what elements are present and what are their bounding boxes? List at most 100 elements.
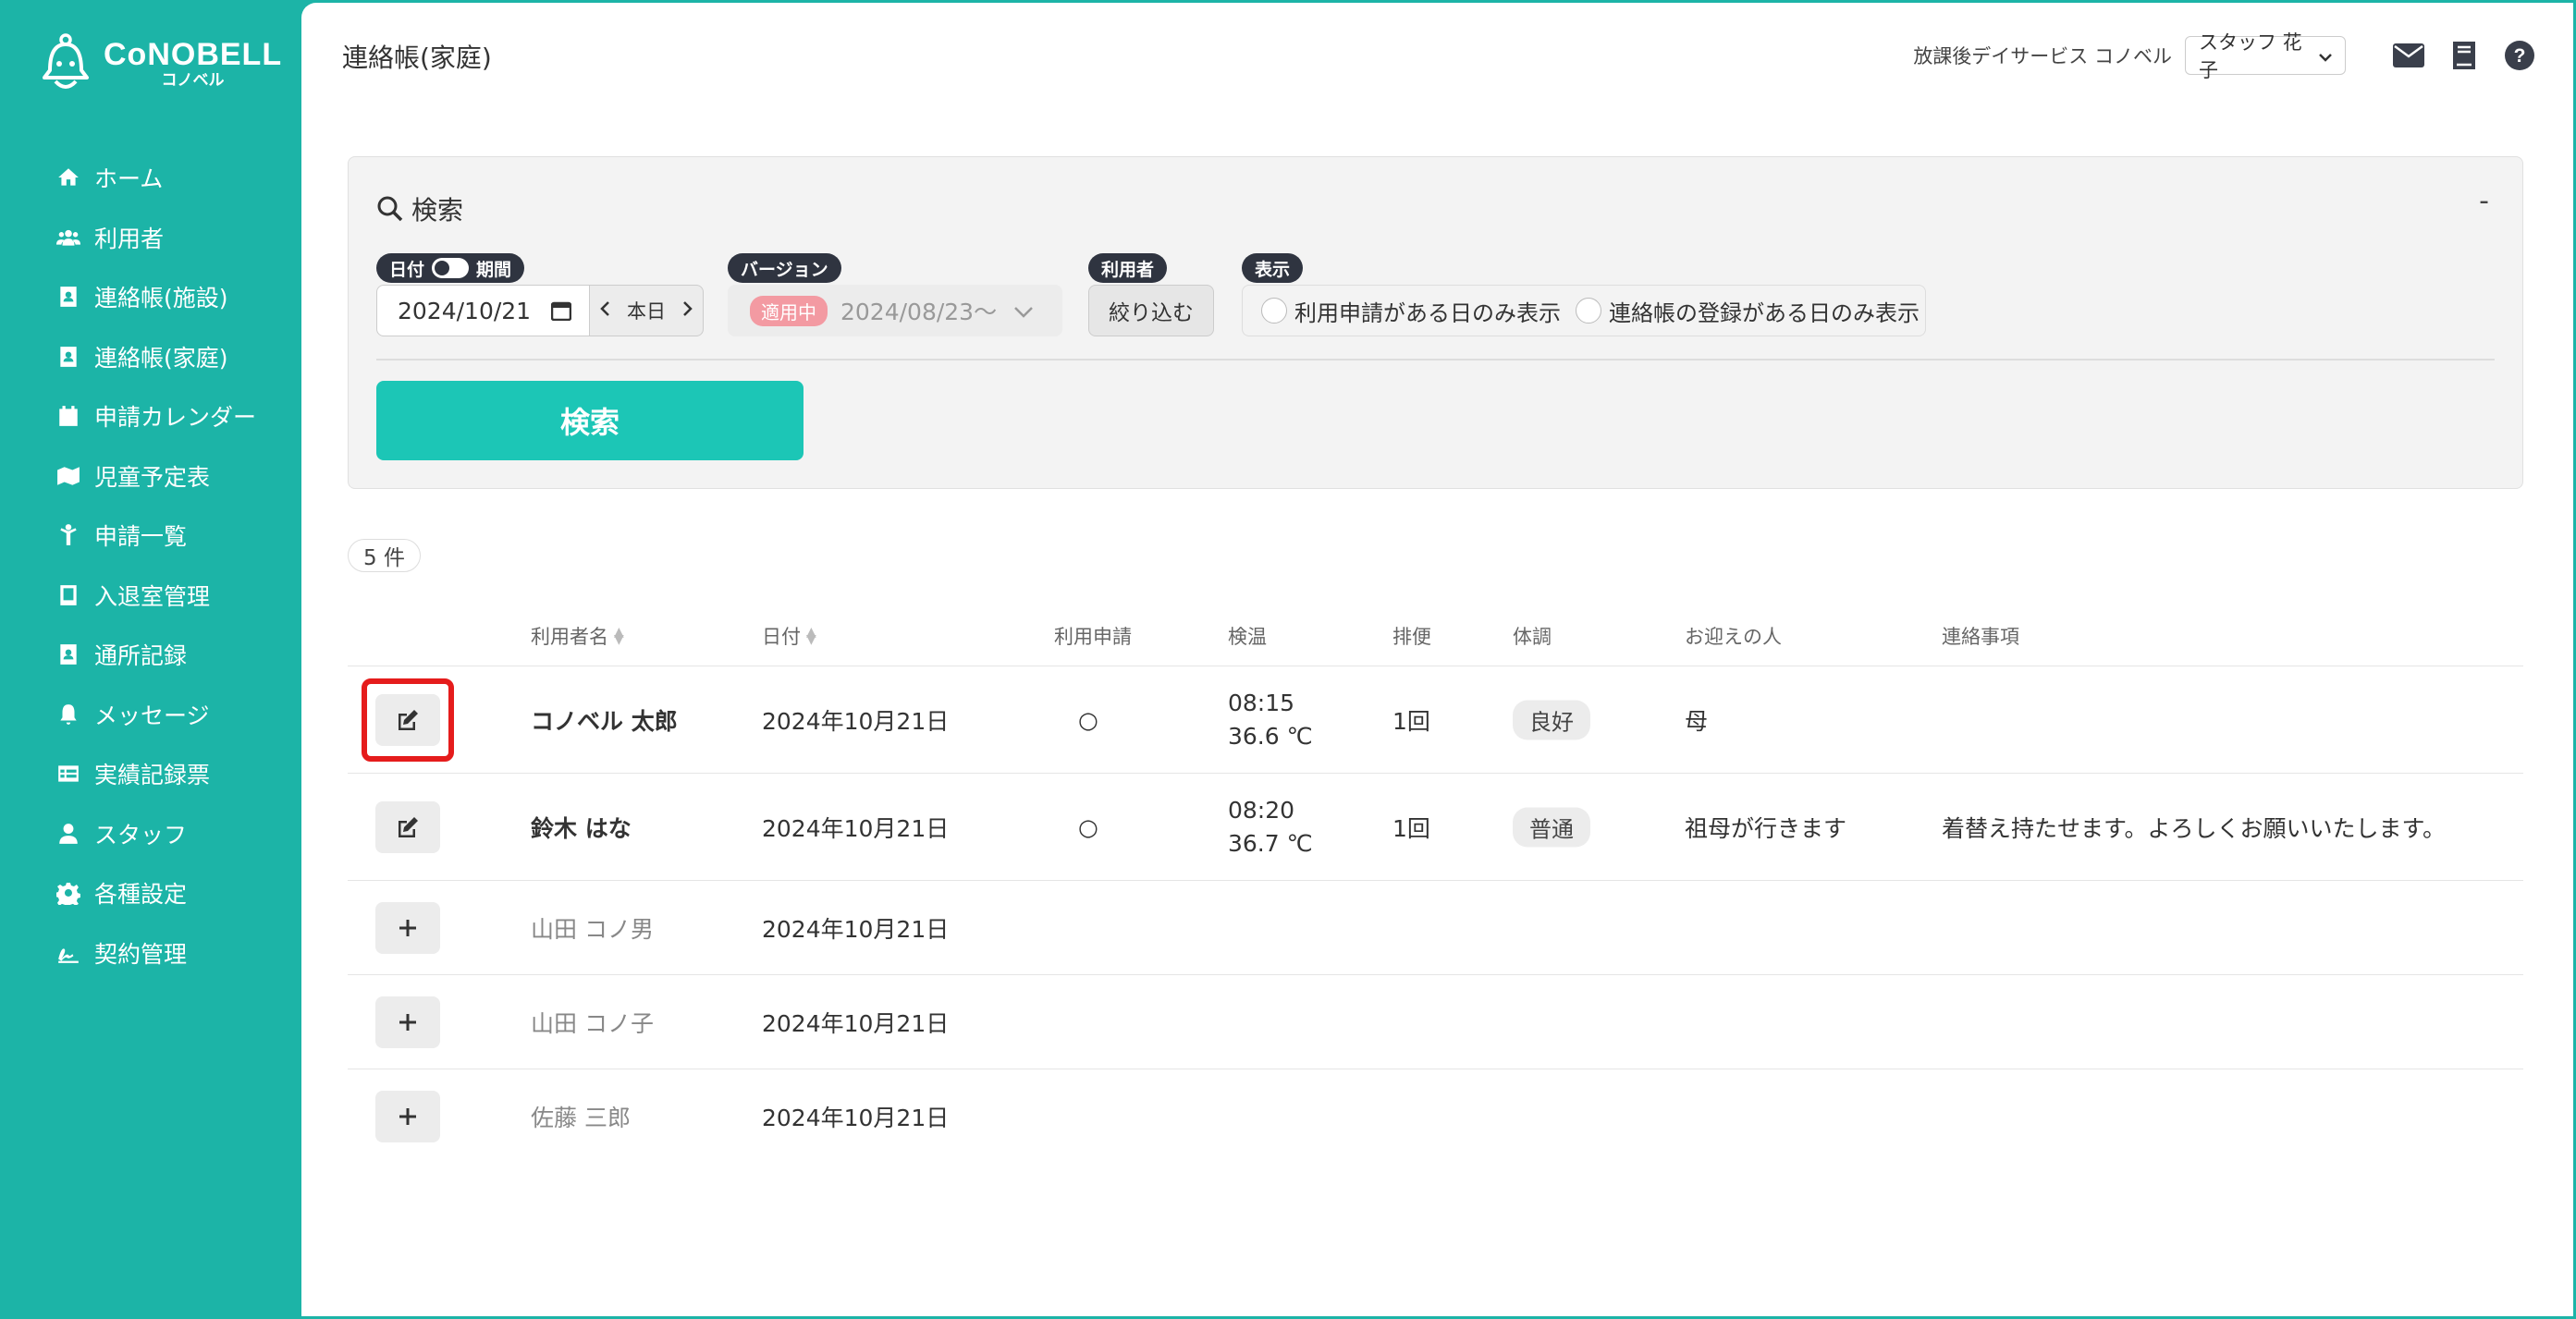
sidebar-item-label: 連絡帳(施設) <box>94 285 228 312</box>
chevron-right-icon[interactable] <box>682 299 693 322</box>
add-button[interactable] <box>375 901 440 954</box>
facility-name: 放課後デイサービス コノベル <box>1913 45 2172 67</box>
map-icon <box>55 463 81 489</box>
row-pickup: 祖母が行きます <box>1685 814 1847 842</box>
sidebar-item-label: 申請一覧 <box>94 523 188 551</box>
sidebar-item-calendar[interactable]: 申請カレンダー <box>0 386 301 446</box>
gear-icon <box>55 880 81 906</box>
header-date[interactable]: 日付 ▲ ▼ <box>762 622 816 650</box>
sidebar-item-label: 利用者 <box>94 225 165 252</box>
sidebar-item-performance[interactable]: 実績記録票 <box>0 744 301 804</box>
help-icon[interactable]: ? <box>2503 39 2536 72</box>
row-name[interactable]: コノベル 太郎 <box>531 703 678 737</box>
date-input-value: 2024/10/21 <box>398 297 532 324</box>
date-mode-tag[interactable]: 日付 期間 <box>376 253 525 283</box>
header-name-label: 利用者名 <box>531 626 608 648</box>
sidebar-item-label: 児童予定表 <box>94 463 211 491</box>
sidebar-item-contact-facility[interactable]: 連絡帳(施設) <box>0 267 301 327</box>
chevron-down-icon <box>2319 44 2332 67</box>
signature-icon <box>55 940 81 966</box>
book-icon[interactable] <box>2447 39 2481 72</box>
row-date: 2024年10月21日 <box>762 1105 950 1131</box>
version-value: 2024/08/23〜 <box>840 299 998 325</box>
sidebar-item-staff[interactable]: スタッフ <box>0 804 301 864</box>
sort-icon[interactable]: ▲ ▼ <box>614 626 624 646</box>
add-button[interactable] <box>375 1091 440 1142</box>
table-icon <box>55 761 81 787</box>
row-name: 山田 コノ男 <box>531 915 654 943</box>
result-count: 5 件 <box>348 539 421 572</box>
header-bowel: 排便 <box>1392 626 1431 648</box>
date-tag-label: 日付 <box>389 259 425 280</box>
header-condition: 体調 <box>1513 626 1552 648</box>
sidebar-item-contact-home[interactable]: 連絡帳(家庭) <box>0 327 301 387</box>
sidebar-item-settings[interactable]: 各種設定 <box>0 863 301 923</box>
sidebar-item-home[interactable]: ホーム <box>0 148 301 208</box>
sidebar-item-label: スタッフ <box>94 821 188 849</box>
sidebar-item-attendance[interactable]: 入退室管理 <box>0 566 301 626</box>
sidebar-item-label: ホーム <box>94 165 164 193</box>
table-row: 山田 コノ子 2024年10月21日 <box>348 975 2523 1069</box>
table-row: 山田 コノ男 2024年10月21日 <box>348 881 2523 975</box>
application-only-label[interactable]: 利用申請がある日のみ表示 <box>1294 295 1561 327</box>
contact-book-icon <box>55 344 81 370</box>
version-tag: バージョン <box>728 253 841 283</box>
sidebar-item-label: 契約管理 <box>94 940 188 968</box>
mail-icon[interactable] <box>2392 39 2425 72</box>
version-active-badge: 適用中 <box>750 295 828 326</box>
contact-table: 利用者名 ▲ ▼ 日付 ▲ ▼ 利用申請 検温 排便 体調 お迎えの人 連絡事項 コノベ… <box>348 600 2523 1164</box>
today-nav: 本日 <box>589 285 704 336</box>
table-row: コノベル 太郎 2024年10月21日 ○ 08:15 36.6 ℃ 1回 良好… <box>348 666 2523 774</box>
row-name[interactable]: 鈴木 はな <box>531 811 632 844</box>
brand-logo[interactable]: CoNOBELL コノベル <box>37 31 281 96</box>
users-icon <box>55 225 81 250</box>
svg-text:?: ? <box>2514 45 2526 67</box>
calendar-icon[interactable] <box>551 300 571 321</box>
narrow-down-button[interactable]: 絞り込む <box>1088 285 1214 336</box>
row-application: ○ <box>1078 706 1098 733</box>
header-application: 利用申請 <box>1054 626 1132 648</box>
add-button[interactable] <box>375 995 440 1048</box>
divider <box>376 359 2495 360</box>
row-pickup: 母 <box>1685 707 1709 735</box>
application-only-radio[interactable] <box>1261 298 1287 324</box>
header-date-label: 日付 <box>762 626 801 648</box>
today-button[interactable]: 本日 <box>627 297 666 324</box>
display-tag: 表示 <box>1242 253 1304 283</box>
sidebar-item-messages[interactable]: メッセージ <box>0 685 301 745</box>
row-date: 2024年10月21日 <box>762 814 950 842</box>
sidebar-item-applications[interactable]: 申請一覧 <box>0 506 301 566</box>
search-panel: 検索 - 日付 期間 2024/10/21 本日 バージョン 適用中 2024/… <box>348 156 2523 489</box>
edit-button[interactable] <box>375 693 440 746</box>
sort-icon[interactable]: ▲ ▼ <box>806 626 816 646</box>
header-name[interactable]: 利用者名 ▲ ▼ <box>531 622 624 650</box>
sidebar-item-label: 連絡帳(家庭) <box>94 344 228 372</box>
brand-name: CoNOBELL <box>104 37 283 72</box>
search-icon <box>377 196 403 222</box>
sidebar-item-records[interactable]: 通所記録 <box>0 625 301 685</box>
row-notes: 着替え持たせます。よろしくお願いいたします。 <box>1942 814 2447 842</box>
sidebar-item-label: 実績記録票 <box>94 762 211 789</box>
sidebar-item-contracts[interactable]: 契約管理 <box>0 923 301 983</box>
edit-button[interactable] <box>375 800 440 853</box>
contact-book-icon <box>55 641 81 667</box>
search-button[interactable]: 検索 <box>376 381 803 460</box>
staff-select[interactable]: スタッフ 花子 <box>2185 31 2346 81</box>
row-bowel: 1回 <box>1392 814 1430 842</box>
collapse-button[interactable]: - <box>2479 185 2489 217</box>
row-name: 山田 コノ子 <box>531 1009 654 1037</box>
chevron-left-icon[interactable] <box>599 299 610 322</box>
sidebar-item-users[interactable]: 利用者 <box>0 208 301 268</box>
version-filter: バージョン 適用中 2024/08/23〜 <box>728 253 1062 336</box>
registered-only-label[interactable]: 連絡帳の登録がある日のみ表示 <box>1609 295 1920 327</box>
date-input[interactable]: 2024/10/21 <box>376 285 591 336</box>
search-panel-title: 検索 <box>376 190 463 227</box>
home-icon <box>55 165 81 190</box>
sidebar-item-schedule[interactable]: 児童予定表 <box>0 446 301 507</box>
date-mode-toggle[interactable] <box>432 258 470 278</box>
staff-icon <box>55 821 81 847</box>
version-select[interactable]: 適用中 2024/08/23〜 <box>728 285 1062 336</box>
row-time: 08:15 <box>1228 689 1295 716</box>
condition-badge: 良好 <box>1513 700 1590 739</box>
registered-only-radio[interactable] <box>1576 298 1601 324</box>
